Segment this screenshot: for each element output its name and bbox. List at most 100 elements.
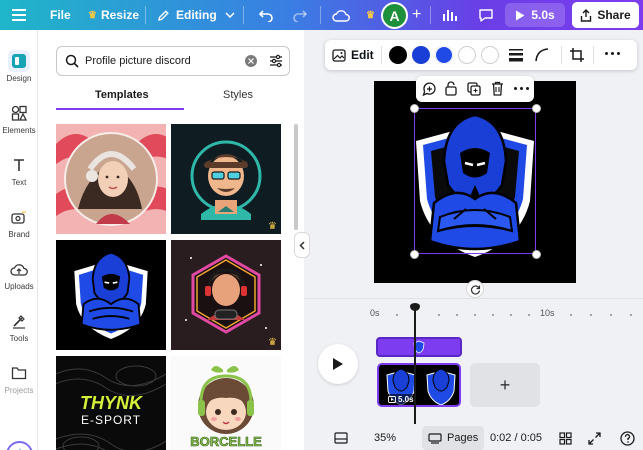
line-weight-icon[interactable] xyxy=(509,48,523,65)
add-collaborator-button[interactable]: + xyxy=(412,0,421,30)
pages-icon xyxy=(428,432,442,444)
resize-handle-top-right[interactable] xyxy=(532,104,541,113)
more-options-icon[interactable] xyxy=(605,52,620,55)
rail-label: Design xyxy=(6,74,32,83)
more-options-icon[interactable] xyxy=(514,87,529,90)
color-swatch-royal-blue[interactable] xyxy=(435,46,453,64)
filter-icon[interactable] xyxy=(269,54,283,71)
ruler-label-0s: 0s xyxy=(370,308,380,318)
context-toolbar: Edit xyxy=(325,40,637,70)
help-icon[interactable] xyxy=(620,426,635,450)
ruler-tick xyxy=(528,314,530,316)
color-swatch-white-2[interactable] xyxy=(481,46,499,64)
tab-templates[interactable]: Templates xyxy=(95,89,149,101)
panel-tabs: Templates Styles xyxy=(56,86,290,110)
chevron-down-icon xyxy=(225,12,235,18)
sparkle-icon xyxy=(18,447,21,450)
rail-item-design[interactable]: Design xyxy=(0,50,38,83)
animation-track[interactable] xyxy=(376,337,462,357)
resize-handle-top-left[interactable] xyxy=(410,104,419,113)
rail-item-projects[interactable]: Projects xyxy=(0,362,38,395)
undo-icon[interactable] xyxy=(258,0,274,30)
collapse-panel-button[interactable] xyxy=(294,232,310,258)
template-thumbnail-thynk-esport[interactable]: THYNK E-SPORT xyxy=(56,356,166,450)
corner-rounding-icon[interactable] xyxy=(535,48,549,65)
magic-sparkle-button[interactable] xyxy=(6,441,33,450)
time-value: 0:02 / 0:05 xyxy=(490,432,542,444)
share-icon xyxy=(581,8,592,22)
timeline-play-button[interactable] xyxy=(318,344,358,384)
add-page-button[interactable]: + xyxy=(470,363,540,407)
comment-icon[interactable] xyxy=(478,0,494,30)
delete-icon[interactable] xyxy=(491,81,504,101)
rail-label: Projects xyxy=(4,386,34,395)
share-label: Share xyxy=(597,8,631,22)
file-menu[interactable]: File xyxy=(50,0,71,30)
resize-handle-bottom-left[interactable] xyxy=(410,250,419,259)
ruler-tick xyxy=(610,314,612,316)
zoom-value: 35% xyxy=(374,432,397,444)
pages-button[interactable]: Pages xyxy=(422,426,485,450)
resize-button[interactable]: ♛ Resize xyxy=(88,0,139,30)
rotate-icon xyxy=(470,284,480,295)
playhead[interactable] xyxy=(410,303,420,424)
fullscreen-icon[interactable] xyxy=(588,426,601,450)
template-thumbnail-borcelle[interactable]: BORCELLE xyxy=(171,356,281,450)
resize-handle-bottom-right[interactable] xyxy=(532,250,541,259)
ruler-tick xyxy=(438,314,440,316)
zoom-level[interactable]: 35% xyxy=(374,426,396,450)
color-swatch-black[interactable] xyxy=(389,46,407,64)
rail-item-elements[interactable]: Elements xyxy=(0,102,38,135)
tab-styles[interactable]: Styles xyxy=(223,89,253,101)
rotate-handle[interactable] xyxy=(466,280,484,298)
divider xyxy=(320,6,321,24)
template-thumbnail-gamer-avatar[interactable]: ♛ xyxy=(171,124,281,234)
panel-scrollbar[interactable] xyxy=(294,124,298,230)
divider xyxy=(430,6,431,24)
divider xyxy=(561,46,562,64)
rail-item-tools[interactable]: Tools xyxy=(0,310,38,343)
clip-duration-badge: 5.0s xyxy=(385,394,417,405)
selection-box[interactable] xyxy=(414,108,536,254)
color-swatch-blue[interactable] xyxy=(412,46,430,64)
rail-label: Brand xyxy=(8,230,30,239)
template-thumbnail-hexagon-gamer[interactable]: ♛ xyxy=(171,240,281,350)
pages-label: Pages xyxy=(447,432,479,444)
rail-item-text[interactable]: Text xyxy=(0,154,38,187)
crop-icon[interactable] xyxy=(570,48,584,65)
rail-item-brand[interactable]: Brand xyxy=(0,206,38,239)
lock-icon[interactable] xyxy=(445,81,457,101)
insights-icon[interactable] xyxy=(442,0,458,30)
divider xyxy=(593,46,594,64)
avatar[interactable]: A xyxy=(381,2,408,29)
ruler-tick xyxy=(570,314,572,316)
search-input[interactable]: Profile picture discord xyxy=(56,46,290,76)
editing-mode-button[interactable]: Editing xyxy=(157,0,235,30)
tools-icon xyxy=(8,310,30,332)
template-thumbnail-streamer-photo[interactable] xyxy=(56,124,166,234)
template-thumbnail-hooded-mascot[interactable] xyxy=(56,240,166,350)
rail-item-uploads[interactable]: Uploads xyxy=(0,258,38,291)
projects-icon xyxy=(8,362,30,384)
clear-search-icon[interactable] xyxy=(245,55,257,67)
color-swatch-white[interactable] xyxy=(458,46,476,64)
cloud-saved-icon[interactable] xyxy=(332,0,350,30)
rail-label: Elements xyxy=(2,126,36,135)
top-bar: File ♛ Resize Editing ♛ A + 5.0s Share xyxy=(0,0,643,30)
redo-icon[interactable] xyxy=(292,0,308,30)
image-edit-icon xyxy=(332,48,346,62)
duplicate-icon[interactable] xyxy=(467,82,481,101)
pencil-icon xyxy=(157,9,170,22)
preview-play-button[interactable]: 5.0s xyxy=(505,3,565,27)
share-button[interactable]: Share xyxy=(572,2,639,28)
ruler-tick xyxy=(630,314,632,316)
notes-icon[interactable] xyxy=(334,426,348,450)
edit-image-button[interactable]: Edit xyxy=(332,48,374,62)
add-comment-icon[interactable] xyxy=(422,82,437,101)
crown-icon: ♛ xyxy=(268,337,277,348)
menu-icon[interactable] xyxy=(12,0,26,30)
grid-view-icon[interactable] xyxy=(559,426,572,450)
page-clip[interactable]: 5.0s xyxy=(377,363,461,407)
crown-icon: ♛ xyxy=(268,221,277,232)
crown-icon: ♛ xyxy=(88,9,97,21)
